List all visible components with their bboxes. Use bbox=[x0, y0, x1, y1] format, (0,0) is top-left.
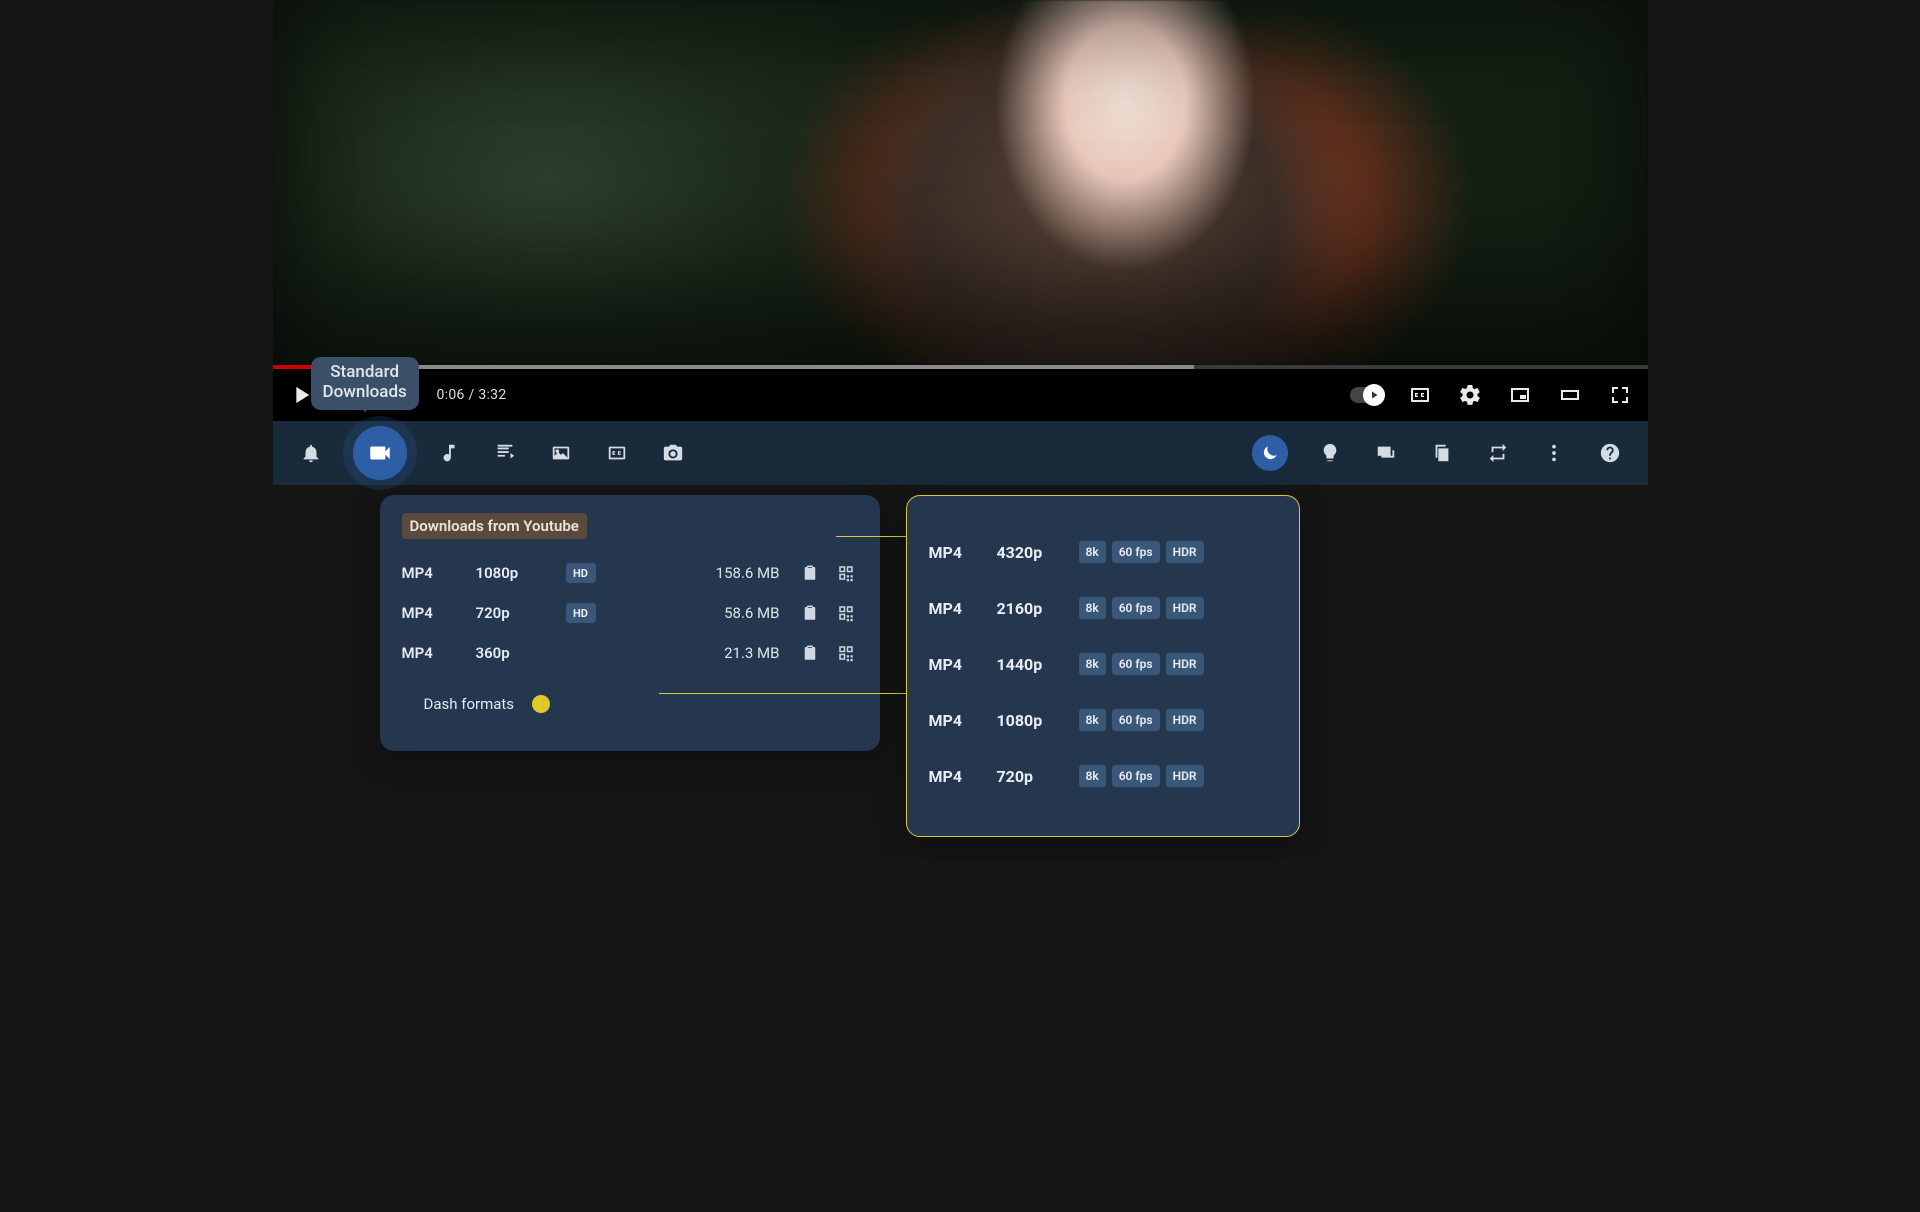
row-badges: 8k 60 fps HDR bbox=[1079, 709, 1204, 731]
row-badges: 8k 60 fps HDR bbox=[1079, 765, 1204, 787]
help-icon[interactable] bbox=[1596, 439, 1624, 467]
row-resolution: 360p bbox=[476, 644, 554, 662]
badge-fps: 60 fps bbox=[1112, 541, 1160, 563]
badge-fps: 60 fps bbox=[1112, 765, 1160, 787]
hd-badge: HD bbox=[566, 563, 596, 583]
video-area[interactable] bbox=[273, 0, 1648, 365]
row-resolution: 2160p bbox=[997, 599, 1061, 618]
download-video-button[interactable] bbox=[353, 426, 407, 480]
row-resolution: 1080p bbox=[997, 711, 1061, 730]
badge-hdr: HDR bbox=[1166, 653, 1204, 675]
row-resolution: 1080p bbox=[476, 564, 554, 582]
badge-8k: 8k bbox=[1079, 709, 1106, 731]
standard-downloads-panel: Downloads from Youtube MP4 1080p HD 158.… bbox=[380, 495, 880, 751]
theater-mode-icon[interactable] bbox=[1556, 381, 1584, 409]
badge-8k: 8k bbox=[1079, 541, 1106, 563]
row-format: MP4 bbox=[929, 711, 979, 730]
captions-icon[interactable] bbox=[1406, 381, 1434, 409]
time-separator: / bbox=[465, 387, 479, 403]
badge-hdr: HDR bbox=[1166, 709, 1204, 731]
bell-icon[interactable] bbox=[297, 439, 325, 467]
row-format: MP4 bbox=[402, 644, 464, 662]
badge-8k: 8k bbox=[1079, 765, 1106, 787]
camera-icon[interactable] bbox=[659, 439, 687, 467]
badge-hdr: HDR bbox=[1166, 597, 1204, 619]
download-row[interactable]: MP4 1080p HD 158.6 MB bbox=[402, 553, 858, 593]
popup-icon[interactable] bbox=[1372, 439, 1400, 467]
image-icon[interactable] bbox=[547, 439, 575, 467]
row-format: MP4 bbox=[402, 564, 464, 582]
qr-icon[interactable] bbox=[834, 564, 858, 582]
row-size: 21.3 MB bbox=[620, 644, 780, 662]
dash-row[interactable]: MP4 720p 8k 60 fps HDR bbox=[929, 748, 1277, 804]
dark-mode-button[interactable] bbox=[1252, 435, 1288, 471]
music-note-icon[interactable] bbox=[435, 439, 463, 467]
dash-formats-link[interactable]: Dash formats bbox=[402, 695, 858, 713]
dash-label: Dash formats bbox=[424, 695, 515, 713]
time-current: 0:06 bbox=[437, 387, 465, 403]
tooltip-line2: Downloads bbox=[323, 383, 407, 403]
badge-fps: 60 fps bbox=[1112, 597, 1160, 619]
clipboard-icon[interactable] bbox=[798, 604, 822, 622]
row-resolution: 720p bbox=[476, 604, 554, 622]
fullscreen-icon[interactable] bbox=[1606, 381, 1634, 409]
row-badges: 8k 60 fps HDR bbox=[1079, 541, 1204, 563]
dash-formats-panel: MP4 4320p 8k 60 fps HDR MP4 2160p 8k 60 … bbox=[906, 495, 1300, 837]
badge-8k: 8k bbox=[1079, 597, 1106, 619]
dash-row[interactable]: MP4 1440p 8k 60 fps HDR bbox=[929, 636, 1277, 692]
autoplay-toggle[interactable] bbox=[1350, 387, 1384, 403]
dash-row[interactable]: MP4 4320p 8k 60 fps HDR bbox=[929, 524, 1277, 580]
lightbulb-icon[interactable] bbox=[1316, 439, 1344, 467]
repeat-icon[interactable] bbox=[1484, 439, 1512, 467]
row-resolution: 1440p bbox=[997, 655, 1061, 674]
video-vignette bbox=[273, 0, 1648, 365]
clipboard-icon[interactable] bbox=[798, 644, 822, 662]
row-format: MP4 bbox=[929, 655, 979, 674]
standard-rows: MP4 1080p HD 158.6 MB MP4 720p HD 58.6 M… bbox=[402, 553, 858, 673]
more-vertical-icon[interactable] bbox=[1540, 439, 1568, 467]
row-badges: 8k 60 fps HDR bbox=[1079, 653, 1204, 675]
miniplayer-icon[interactable] bbox=[1506, 381, 1534, 409]
row-size: 158.6 MB bbox=[620, 564, 780, 582]
badge-fps: 60 fps bbox=[1112, 709, 1160, 731]
dash-indicator-dot bbox=[532, 695, 550, 713]
time-total: 3:32 bbox=[478, 387, 506, 403]
row-resolution: 4320p bbox=[997, 543, 1061, 562]
tooltip-line1: Standard bbox=[323, 363, 407, 383]
row-format: MP4 bbox=[929, 599, 979, 618]
app-stage: 0:06 / 3:32 Standard Downloads bbox=[273, 0, 1648, 860]
row-size: 58.6 MB bbox=[620, 604, 780, 622]
hd-badge: HD bbox=[566, 603, 596, 623]
settings-gear-icon[interactable] bbox=[1456, 381, 1484, 409]
download-row[interactable]: MP4 720p HD 58.6 MB bbox=[402, 593, 858, 633]
row-format: MP4 bbox=[929, 767, 979, 786]
player-time: 0:06 / 3:32 bbox=[437, 387, 507, 403]
row-format: MP4 bbox=[402, 604, 464, 622]
badge-8k: 8k bbox=[1079, 653, 1106, 675]
download-row[interactable]: MP4 360p 21.3 MB bbox=[402, 633, 858, 673]
clipboard-icon[interactable] bbox=[798, 564, 822, 582]
row-format: MP4 bbox=[929, 543, 979, 562]
player-controls: 0:06 / 3:32 bbox=[273, 369, 1648, 421]
copy-icon[interactable] bbox=[1428, 439, 1456, 467]
qr-icon[interactable] bbox=[834, 604, 858, 622]
row-badges: 8k 60 fps HDR bbox=[1079, 597, 1204, 619]
dash-row[interactable]: MP4 1080p 8k 60 fps HDR bbox=[929, 692, 1277, 748]
badge-hdr: HDR bbox=[1166, 541, 1204, 563]
row-resolution: 720p bbox=[997, 767, 1061, 786]
badge-hdr: HDR bbox=[1166, 765, 1204, 787]
subtitles-icon[interactable] bbox=[603, 439, 631, 467]
qr-icon[interactable] bbox=[834, 644, 858, 662]
panel-header: Downloads from Youtube bbox=[402, 513, 587, 539]
standard-downloads-tooltip: Standard Downloads bbox=[311, 357, 419, 410]
extension-toolbar bbox=[273, 421, 1648, 485]
playlist-icon[interactable] bbox=[491, 439, 519, 467]
dash-row[interactable]: MP4 2160p 8k 60 fps HDR bbox=[929, 580, 1277, 636]
badge-fps: 60 fps bbox=[1112, 653, 1160, 675]
